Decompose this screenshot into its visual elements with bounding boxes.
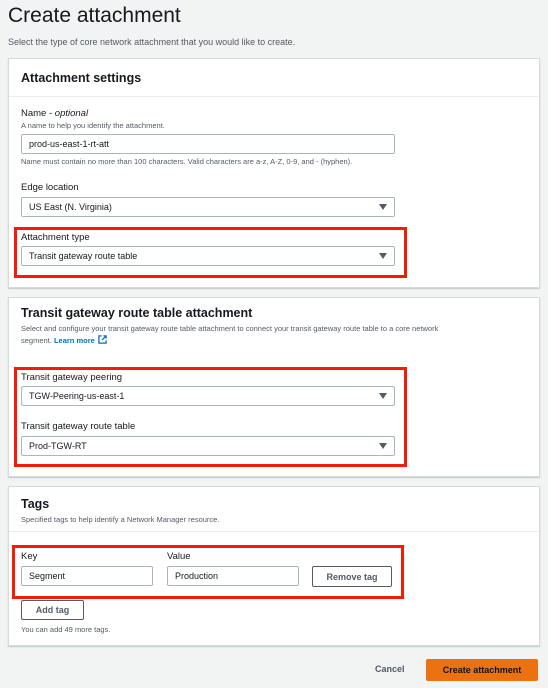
attachment-type-select[interactable]: Transit gateway route table bbox=[21, 246, 395, 266]
tgw-rt-attachment-title: Transit gateway route table attachment bbox=[21, 306, 253, 320]
remove-tag-label: Remove tag bbox=[326, 571, 378, 582]
tags-divider bbox=[9, 531, 539, 532]
page-title: Create attachment bbox=[8, 4, 181, 27]
tgw-peering-value: TGW-Peering-us-east-1 bbox=[29, 391, 125, 401]
tag-value-input[interactable]: Production bbox=[167, 566, 299, 586]
name-label-text: Name - bbox=[21, 108, 55, 119]
tgw-rt-attachment-description: Select and configure your transit gatewa… bbox=[21, 323, 531, 347]
caret-down-icon bbox=[379, 443, 387, 449]
caret-down-icon bbox=[379, 204, 387, 210]
tgw-route-table-label: Transit gateway route table bbox=[21, 421, 136, 432]
remove-tag-button[interactable]: Remove tag bbox=[312, 566, 392, 587]
name-label: Name - optional bbox=[21, 108, 88, 119]
cancel-label: Cancel bbox=[375, 664, 405, 674]
cancel-button[interactable]: Cancel bbox=[375, 664, 405, 674]
caret-down-icon bbox=[379, 393, 387, 399]
tgw-description-line1: Select and configure your transit gatewa… bbox=[21, 324, 439, 333]
tag-value-value: Production bbox=[175, 571, 219, 581]
tgw-description-line2: segment. bbox=[21, 336, 52, 345]
page-description: Select the type of core network attachme… bbox=[8, 37, 296, 47]
tgw-route-table-select[interactable]: Prod-TGW-RT bbox=[21, 436, 395, 456]
attachment-type-label: Attachment type bbox=[21, 232, 90, 243]
tags-remaining-hint: You can add 49 more tags. bbox=[21, 625, 111, 634]
tgw-route-table-value: Prod-TGW-RT bbox=[29, 441, 87, 451]
edge-location-label: Edge location bbox=[21, 182, 79, 193]
edge-location-select[interactable]: US East (N. Virginia) bbox=[21, 197, 395, 217]
tag-key-label: Key bbox=[21, 551, 38, 562]
name-optional-text: optional bbox=[54, 108, 89, 119]
tag-key-input[interactable]: Segment bbox=[21, 566, 153, 586]
tgw-peering-label: Transit gateway peering bbox=[21, 372, 123, 383]
attachment-settings-title: Attachment settings bbox=[21, 71, 142, 85]
attachment-settings-header: Attachment settings bbox=[9, 59, 539, 97]
tags-title: Tags bbox=[21, 497, 50, 511]
external-link-icon bbox=[98, 335, 107, 344]
learn-more-link[interactable]: Learn more bbox=[53, 335, 107, 345]
name-constraint-hint: Name must contain no more than 100 chara… bbox=[21, 157, 353, 166]
edge-location-value: US East (N. Virginia) bbox=[29, 202, 112, 212]
attachment-type-value: Transit gateway route table bbox=[29, 251, 138, 261]
tag-key-value: Segment bbox=[29, 571, 66, 581]
add-tag-label: Add tag bbox=[35, 605, 70, 615]
name-input-value: prod-us-east-1-rt-att bbox=[29, 139, 110, 149]
tags-description: Specified tags to help identify a Networ… bbox=[21, 515, 220, 524]
learn-more-text: Learn more bbox=[53, 336, 95, 345]
name-input[interactable]: prod-us-east-1-rt-att bbox=[21, 134, 395, 154]
tgw-peering-select[interactable]: TGW-Peering-us-east-1 bbox=[21, 386, 395, 406]
tag-value-label: Value bbox=[167, 551, 191, 562]
create-attachment-label: Create attachment bbox=[442, 665, 522, 675]
name-hint: A name to help you identify the attachme… bbox=[21, 121, 165, 130]
add-tag-button[interactable]: Add tag bbox=[21, 600, 84, 620]
caret-down-icon bbox=[379, 253, 387, 259]
create-attachment-button[interactable]: Create attachment bbox=[426, 659, 538, 681]
